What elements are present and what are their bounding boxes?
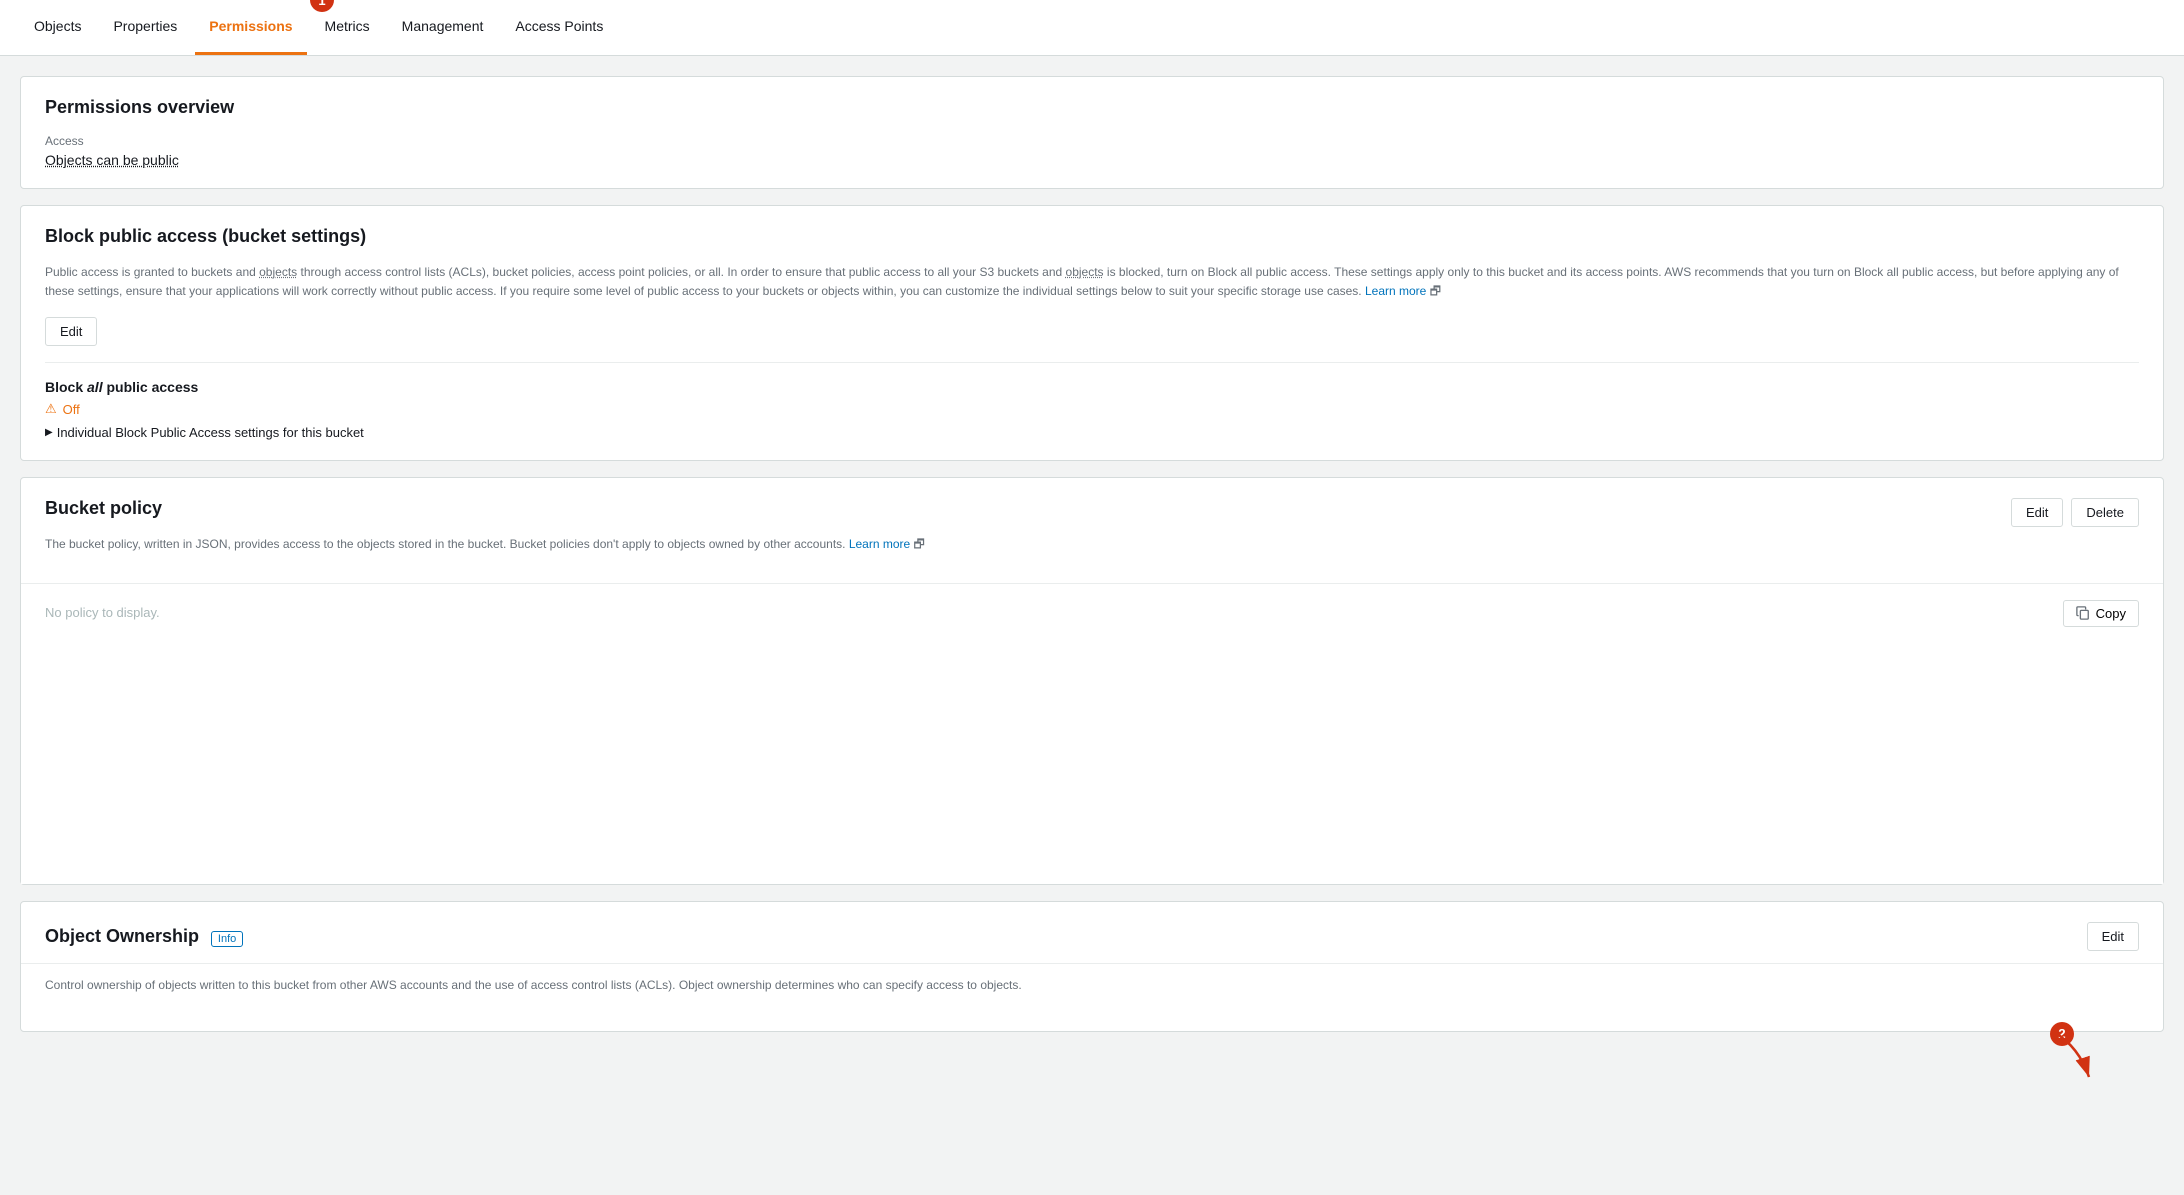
bucket-policy-title: Bucket policy bbox=[45, 498, 925, 519]
tab-properties[interactable]: Properties bbox=[99, 0, 191, 55]
tab-access-points[interactable]: Access Points bbox=[501, 0, 617, 55]
block-public-access-edit-button[interactable]: Edit bbox=[45, 317, 97, 346]
block-public-access-learn-more-link[interactable]: Learn more bbox=[1365, 284, 1426, 298]
annotation-circle-2: 2 bbox=[2050, 1022, 2074, 1046]
expand-label: Individual Block Public Access settings … bbox=[57, 425, 364, 440]
object-ownership-card: Object Ownership Info Edit Control owner… bbox=[20, 901, 2164, 1032]
block-all-status: ⚠ Off bbox=[45, 401, 2139, 417]
object-ownership-wrapper: 2 Object Ownership Info Edit Control own… bbox=[20, 901, 2164, 1032]
copy-icon bbox=[2076, 606, 2090, 620]
tab-objects[interactable]: Objects bbox=[20, 0, 95, 55]
copy-button-container: Copy bbox=[2063, 600, 2139, 627]
access-label: Access bbox=[45, 134, 2139, 148]
block-public-access-title: Block public access (bucket settings) bbox=[45, 226, 2139, 247]
tab-metrics[interactable]: Metrics bbox=[311, 0, 384, 55]
permissions-overview-card: Permissions overview Access Objects can … bbox=[20, 76, 2164, 189]
access-value: Objects can be public bbox=[45, 152, 2139, 168]
block-all-label: Block all public access bbox=[45, 379, 2139, 395]
object-ownership-title: Object Ownership bbox=[45, 926, 199, 946]
expand-arrow-icon: ▶ bbox=[45, 427, 53, 438]
expand-block-public-access[interactable]: ▶ Individual Block Public Access setting… bbox=[45, 425, 2139, 440]
bucket-policy-header: Bucket policy The bucket policy, written… bbox=[21, 478, 2163, 583]
bucket-policy-learn-more-link[interactable]: Learn more bbox=[849, 537, 910, 551]
object-ownership-description: Control ownership of objects written to … bbox=[45, 976, 2139, 995]
block-public-access-card: Block public access (bucket settings) Pu… bbox=[20, 205, 2164, 461]
copy-label: Copy bbox=[2096, 606, 2126, 621]
bucket-policy-edit-button[interactable]: Edit bbox=[2011, 498, 2063, 527]
block-all-status-value: Off bbox=[63, 402, 80, 417]
warning-icon: ⚠ bbox=[45, 401, 57, 417]
tab-management[interactable]: Management bbox=[388, 0, 498, 55]
bucket-policy-copy-button[interactable]: Copy bbox=[2063, 600, 2139, 627]
object-ownership-edit-button[interactable]: Edit bbox=[2087, 922, 2139, 951]
main-content: Permissions overview Access Objects can … bbox=[0, 56, 2184, 1052]
block-public-access-description: Public access is granted to buckets and … bbox=[45, 263, 2139, 301]
tabs-bar: Objects Properties Permissions Metrics M… bbox=[0, 0, 2184, 56]
bucket-policy-delete-button[interactable]: Delete bbox=[2071, 498, 2139, 527]
bucket-policy-card: Bucket policy The bucket policy, written… bbox=[20, 477, 2164, 884]
tab-permissions[interactable]: Permissions bbox=[195, 0, 306, 55]
bucket-policy-actions: Edit Delete bbox=[2011, 498, 2139, 527]
bucket-policy-body: No policy to display. Copy bbox=[21, 584, 2163, 884]
no-policy-text: No policy to display. bbox=[45, 605, 160, 620]
object-ownership-info-badge[interactable]: Info bbox=[211, 931, 243, 947]
object-ownership-header: Object Ownership Info Edit bbox=[21, 902, 2163, 963]
permissions-overview-title: Permissions overview bbox=[45, 97, 2139, 118]
bucket-policy-description: The bucket policy, written in JSON, prov… bbox=[45, 535, 925, 554]
